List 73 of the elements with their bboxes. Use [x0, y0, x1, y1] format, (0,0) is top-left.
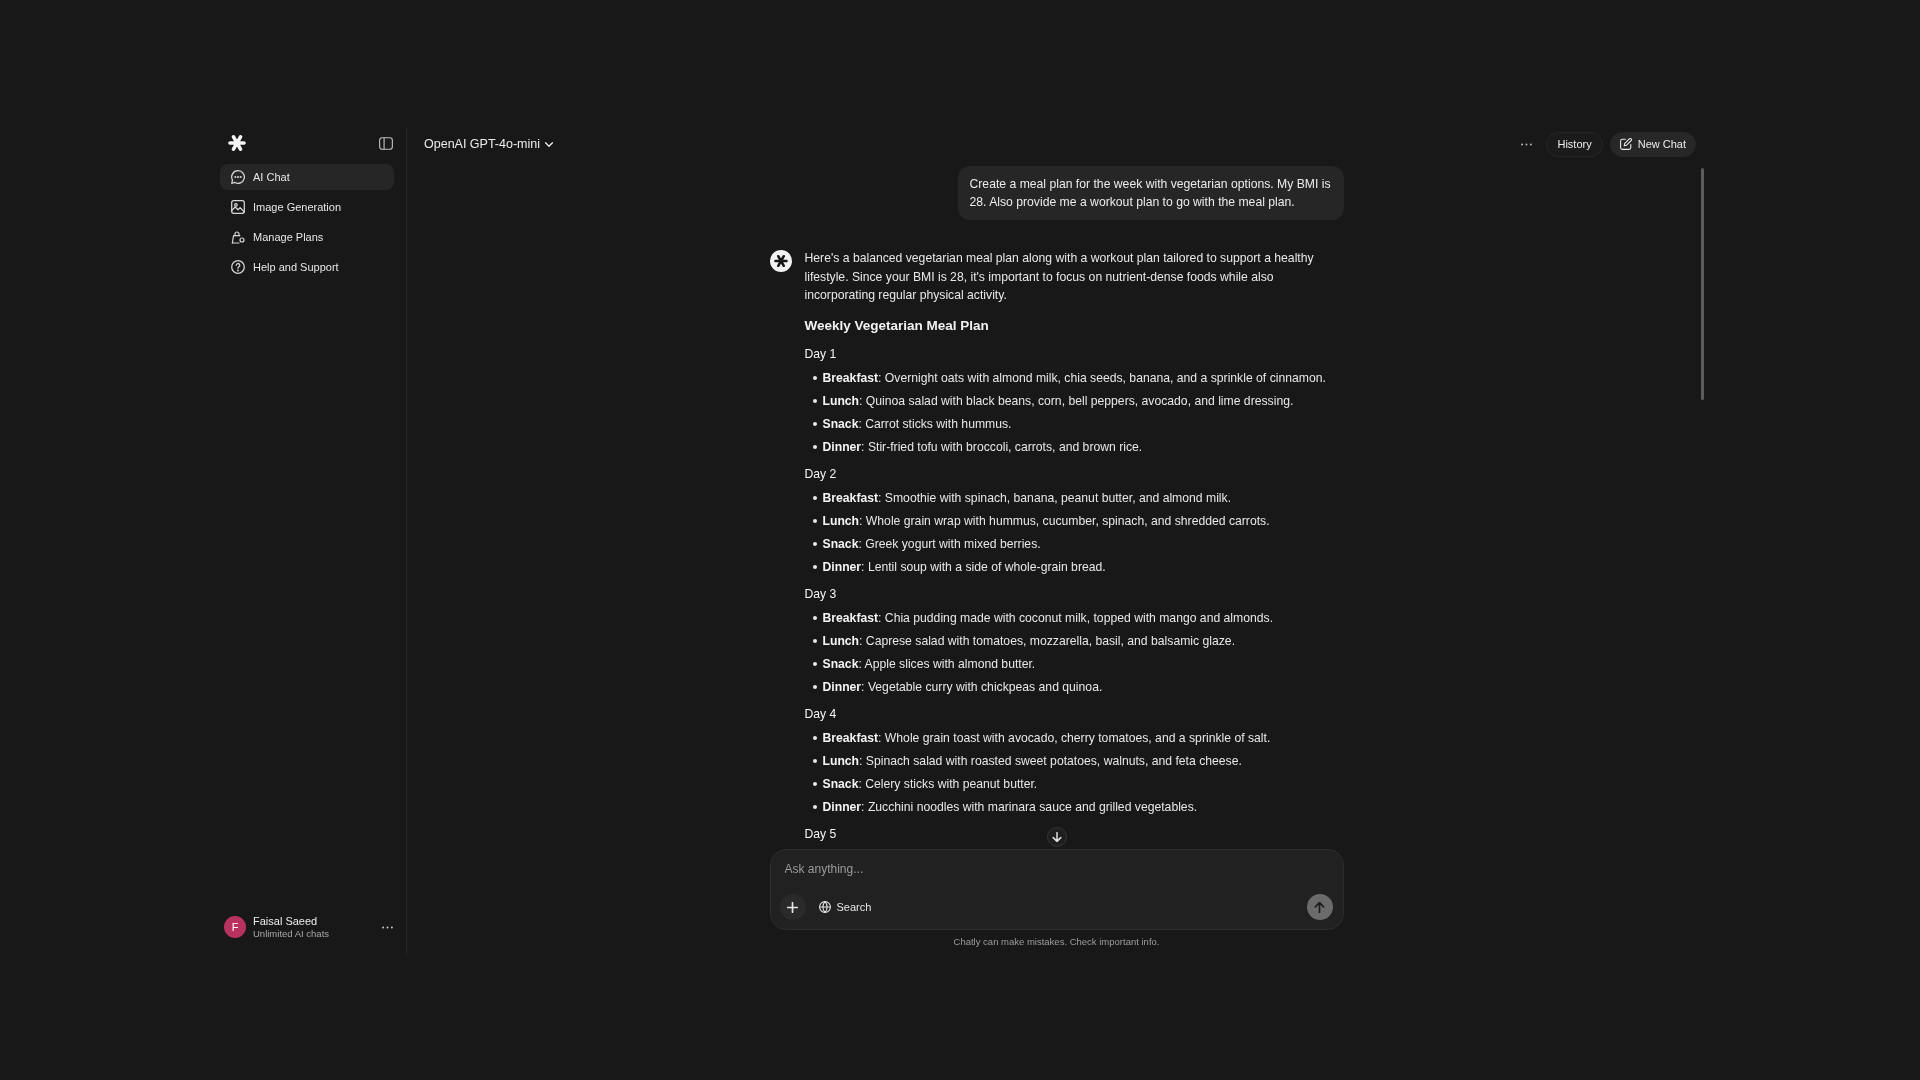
model-selector[interactable]: OpenAI GPT-4o-mini [424, 134, 553, 154]
meal-item: Breakfast: Whole grain toast with avocado, cherry tomatoes, and a sprinkle of salt. [822, 729, 1271, 747]
day-heading: Day 5 [804, 825, 837, 843]
bullet-icon [812, 758, 817, 763]
bullet-icon [812, 804, 817, 809]
bullet-icon [812, 375, 817, 380]
day-heading: Day 3 [804, 585, 837, 603]
bullet-icon [812, 564, 817, 569]
new-chat-button[interactable]: New Chat [1609, 131, 1696, 157]
day-heading: Day 1 [804, 345, 837, 363]
day-heading: Day 4 [804, 705, 837, 723]
history-button[interactable]: History [1546, 131, 1603, 157]
plus-icon [787, 901, 798, 913]
message-paragraph: Here's a balanced vegetarian meal plan along with a workout plan tailored to support a healthy lifestyle. Since your BMI is 28, it's important to focus on nutrient-dense foods while also incorporating regular physical activity. [804, 250, 1315, 304]
bag-icon [231, 230, 245, 244]
bullet-icon [812, 518, 817, 523]
meal-item: Breakfast: Overnight oats with almond milk, chia seeds, banana, and a sprinkle of cinnamon. [822, 369, 1326, 387]
meal-item: Snack: Apple slices with almond butter. [822, 655, 1036, 673]
bullet-icon [812, 735, 817, 740]
more-icon [381, 925, 393, 929]
attach-button[interactable] [779, 894, 806, 920]
meal-item: Lunch: Whole grain wrap with hummus, cucumber, spinach, and shredded carrots. [822, 512, 1270, 530]
message-composer[interactable]: Ask anything... Search [769, 849, 1344, 930]
meal-item: Dinner: Stir-fried tofu with broccoli, carrots, and brown rice. [822, 438, 1143, 456]
sidebar-item[interactable]: Image Generation [220, 194, 394, 220]
bullet-icon [812, 684, 817, 689]
meal-item: Breakfast: Smoothie with spinach, banana, peanut butter, and almond milk. [822, 489, 1232, 507]
meal-item: Lunch: Quinoa salad with black beans, corn, bell peppers, avocado, and lime dressing. [822, 392, 1294, 410]
arrow-down-icon [1051, 832, 1062, 842]
meal-item: Lunch: Spinach salad with roasted sweet potatoes, walnuts, and feta cheese. [822, 752, 1242, 770]
help-icon [231, 260, 245, 274]
meal-item: Dinner: Lentil soup with a side of whole-grain bread. [822, 558, 1106, 576]
meal-item: Dinner: Zucchini noodles with marinara sauce and grilled vegetables. [822, 798, 1198, 816]
bullet-icon [812, 398, 817, 403]
scroll-down-button[interactable] [1046, 827, 1067, 847]
more-icon [1520, 142, 1532, 146]
search-button[interactable]: Search [814, 894, 876, 920]
user-avatar: F [224, 916, 246, 938]
send-button[interactable] [1306, 894, 1333, 920]
user-plan: Unlimited AI chats [253, 928, 330, 940]
edit-icon [1619, 138, 1632, 150]
meal-item: Snack: Carrot sticks with hummus. [822, 415, 1012, 433]
chat-bubble-icon [231, 170, 245, 184]
sidebar-item[interactable]: Help and Support [220, 254, 394, 280]
chevron-down-icon [545, 141, 553, 147]
globe-icon [818, 901, 831, 913]
scrollbar-thumb[interactable] [1701, 168, 1704, 400]
sidebar-toggle-button[interactable] [378, 135, 394, 151]
bullet-icon [812, 444, 817, 449]
meal-item: Snack: Celery sticks with peanut butter. [822, 775, 1038, 793]
meal-item: Dinner: Vegetable curry with chickpeas and quinoa. [822, 678, 1103, 696]
section-heading: Weekly Vegetarian Meal Plan [804, 316, 989, 335]
meal-item: Lunch: Caprese salad with tomatoes, mozzarella, basil, and balsamic glaze. [822, 632, 1236, 650]
sidebar-item[interactable]: Manage Plans [220, 224, 394, 250]
bullet-icon [812, 541, 817, 546]
meal-item: Breakfast: Chia pudding made with coconut milk, topped with mango and almonds. [822, 609, 1274, 627]
bullet-icon [812, 781, 817, 786]
assistant-avatar-icon [769, 250, 792, 272]
bullet-icon [812, 638, 817, 643]
meal-item: Snack: Greek yogurt with mixed berries. [822, 535, 1041, 553]
image-icon [231, 200, 245, 214]
logo-icon [228, 134, 246, 152]
disclaimer-text: Chatly can make mistakes. Check important info. [952, 935, 1161, 949]
day-heading: Day 2 [804, 465, 837, 483]
bullet-icon [812, 495, 817, 500]
bullet-icon [812, 615, 817, 620]
arrow-up-icon [1314, 901, 1325, 913]
bullet-icon [812, 421, 817, 426]
user-message: Create a meal plan for the week with vegetarian options. My BMI is 28. Also provide me a workout plan to go with the meal plan. [957, 166, 1344, 220]
bullet-icon [812, 661, 817, 666]
panel-icon [379, 136, 393, 150]
sidebar-item[interactable]: AI Chat [220, 164, 394, 190]
user-name: Faisal Saeed [253, 914, 319, 928]
